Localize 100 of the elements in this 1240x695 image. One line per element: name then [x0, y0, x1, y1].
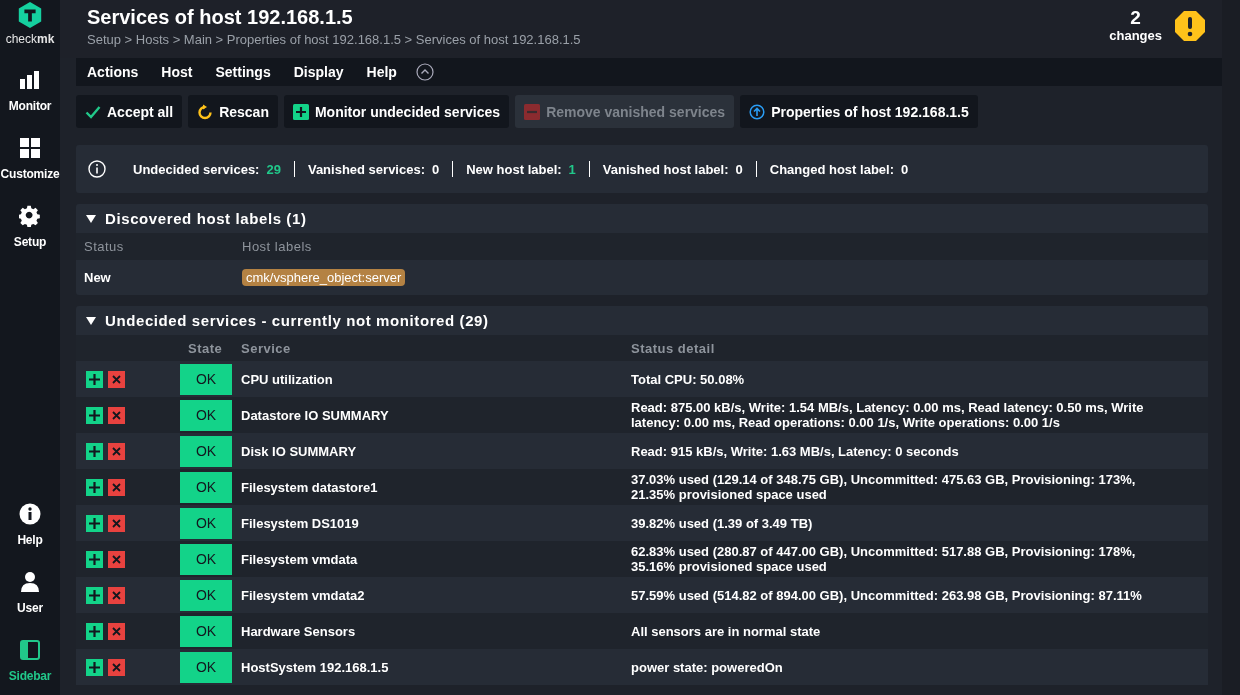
close-icon[interactable] — [108, 478, 125, 496]
info-icon — [19, 503, 41, 525]
close-icon[interactable] — [108, 370, 125, 388]
toolbar-button[interactable]: Accept all — [76, 95, 183, 128]
bar-chart-icon — [19, 69, 41, 91]
add-icon[interactable] — [86, 514, 103, 532]
column-header: Host labels — [242, 239, 312, 254]
table-cell-text: Filesystem vmdata — [241, 551, 359, 567]
logo-icon[interactable] — [16, 1, 44, 29]
column-header: Service — [241, 340, 292, 356]
table-cell-text: CPU utilization — [241, 371, 334, 387]
close-icon[interactable] — [108, 586, 125, 604]
state-badge: OK — [180, 399, 232, 431]
summary-label: Changed host label: — [769, 161, 894, 177]
close-icon[interactable] — [108, 514, 125, 532]
section-header[interactable]: Undecided services - currently not monitored (29) — [76, 306, 1208, 335]
table-cell-text: Disk IO SUMMARY — [241, 443, 358, 459]
plus-icon — [292, 103, 309, 120]
add-icon[interactable] — [86, 370, 103, 388]
add-icon[interactable] — [86, 622, 103, 640]
toolbar-button[interactable]: Monitor undecided services — [283, 95, 510, 128]
summary-value: 29 — [266, 161, 281, 177]
user-icon — [19, 571, 41, 593]
sidebar-icon — [19, 639, 41, 661]
menu-item[interactable]: Settings — [215, 64, 271, 80]
add-icon[interactable] — [86, 406, 103, 424]
table-cell-text: Datastore IO SUMMARY — [241, 407, 390, 423]
nav-item[interactable]: Help — [17, 503, 43, 559]
table-cell-text: Filesystem vmdata2 — [241, 587, 366, 603]
close-icon[interactable] — [108, 622, 125, 640]
collapse-icon[interactable] — [415, 63, 434, 81]
menu-item[interactable]: Display — [293, 64, 344, 80]
state-badge: OK — [180, 579, 232, 611]
toolbar-button[interactable]: Rescan — [188, 95, 278, 128]
table-cell-text: All sensors are in normal state — [631, 622, 822, 640]
table-cell-text: 39.82% used (1.39 of 3.49 TB) — [631, 514, 814, 532]
table-cell-text: Filesystem datastore1 — [241, 479, 379, 495]
add-icon[interactable] — [86, 658, 103, 676]
changes-label[interactable]: changes — [1109, 28, 1162, 43]
logo-text: checkmk — [5, 32, 55, 46]
summary-value: 0 — [735, 161, 743, 177]
close-icon[interactable] — [108, 406, 125, 424]
nav-item[interactable]: Sidebar — [8, 639, 52, 695]
summary-label: Vanished services: — [307, 161, 425, 177]
menu-item[interactable]: Actions — [87, 64, 139, 80]
nav-item[interactable]: Monitor — [8, 69, 52, 125]
settings-icon — [19, 205, 41, 227]
summary-label: Undecided services: — [133, 161, 260, 177]
menu-item[interactable]: Host — [161, 64, 193, 80]
close-icon[interactable] — [108, 550, 125, 568]
state-badge: OK — [180, 363, 232, 395]
column-header: Status detail — [631, 340, 716, 356]
state-badge: OK — [180, 471, 232, 503]
breadcrumb[interactable]: Setup > Hosts > Main > Properties of host 192.168.1.5 > Services of host 192.168.1.5 — [87, 32, 581, 47]
info-icon — [88, 160, 106, 178]
column-header: State — [187, 340, 224, 356]
table-cell-text: 57.59% used (514.82 of 894.00 GB), Uncommitted: 263.98 GB, Provisioning: 87.11% — [631, 586, 1143, 604]
table-cell-text: 62.83% used (280.87 of 447.00 GB), Uncommitted: 517.88 GB, Provisioning: 178%, 35.16% provisioned space used — [631, 543, 1137, 575]
add-icon[interactable] — [86, 442, 103, 460]
summary-label: Vanished host label: — [602, 161, 729, 177]
checkmark-icon — [85, 103, 101, 120]
state-badge: OK — [180, 543, 232, 575]
add-icon[interactable] — [86, 586, 103, 604]
minus-icon — [524, 103, 541, 120]
section-title: Undecided services - currently not monitored (29) — [105, 312, 489, 329]
state-badge: OK — [180, 651, 232, 683]
table-cell-text: New — [84, 270, 112, 285]
table-cell-text: Total CPU: 50.08% — [631, 370, 746, 388]
table-cell-text: Read: 915 kB/s, Write: 1.63 MB/s, Latency: 0 seconds — [631, 442, 960, 460]
add-icon[interactable] — [86, 550, 103, 568]
grid-icon — [19, 137, 41, 159]
table-cell-text: HostSystem 192.168.1.5 — [241, 659, 390, 675]
page-title: Services of host 192.168.1.5 — [87, 6, 354, 29]
column-header: Status — [84, 239, 125, 254]
summary-value: 0 — [432, 161, 440, 177]
changes-count[interactable]: 2 — [1130, 8, 1141, 28]
nav-item[interactable]: Setup — [13, 205, 47, 261]
toolbar-button[interactable]: Properties of host 192.168.1.5 — [740, 95, 978, 128]
warning-icon[interactable] — [1174, 9, 1206, 42]
close-icon[interactable] — [108, 442, 125, 460]
add-icon[interactable] — [86, 478, 103, 496]
state-badge: OK — [180, 507, 232, 539]
nav-item[interactable]: User — [17, 571, 43, 627]
summary-value: 0 — [901, 161, 909, 177]
state-badge: OK — [180, 435, 232, 467]
refresh-icon — [197, 103, 214, 120]
section-title: Discovered host labels (1) — [105, 210, 307, 227]
section-header[interactable]: Discovered host labels (1) — [76, 204, 1208, 233]
table-cell-text: Read: 875.00 kB/s, Write: 1.54 MB/s, Latency: 0.00 ms, Read latency: 0.50 ms, Write latency: 0.00 ms, Read operations: 0.00 1/s, Write operations: 0.00 1/s — [631, 399, 1145, 431]
summary-label: New host label: — [466, 161, 562, 177]
close-icon[interactable] — [108, 658, 125, 676]
table-cell-text: 37.03% used (129.14 of 348.75 GB), Uncommitted: 475.63 GB, Provisioning: 173%, 21.35% provisioned space used — [631, 471, 1137, 503]
nav-item[interactable]: Customize — [0, 137, 60, 193]
table-cell-text: Filesystem DS1019 — [241, 515, 360, 531]
table-cell-text: Hardware Sensors — [241, 623, 357, 639]
menu-item[interactable]: Help — [366, 64, 397, 80]
arrow-up-icon — [749, 103, 766, 120]
state-badge: OK — [180, 615, 232, 647]
table-cell-text: power state: poweredOn — [631, 658, 784, 676]
summary-value: 1 — [568, 161, 576, 177]
